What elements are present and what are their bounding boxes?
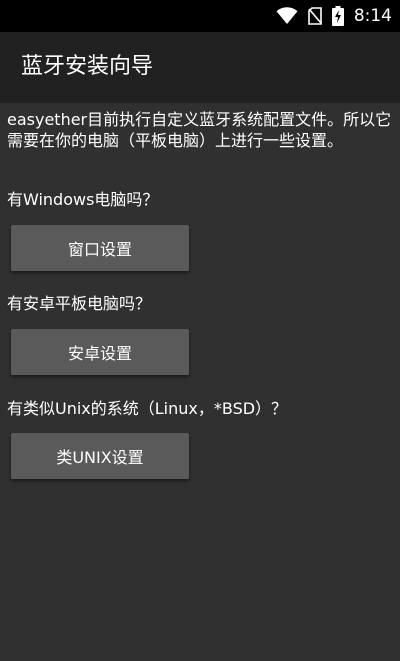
page-title: 蓝牙安装向导	[21, 54, 154, 79]
unix-question: 有类似Unix的系统（Linux，*BSD）？	[7, 399, 288, 418]
no-sim-icon	[308, 7, 322, 25]
content-area: easyether目前执行自定义蓝牙系统配置文件。所以它需要在你的电脑（平板电脑…	[0, 103, 400, 661]
wifi-icon	[276, 7, 298, 25]
android-question: 有安卓平板电脑吗？	[7, 294, 152, 313]
android-setup-button[interactable]: 安卓设置	[11, 329, 189, 375]
status-bar: 8:14	[0, 0, 400, 32]
battery-charging-icon	[331, 6, 344, 26]
status-time: 8:14	[353, 6, 392, 26]
unix-setup-button[interactable]: 类UNIX设置	[11, 433, 189, 479]
intro-text: easyether目前执行自定义蓝牙系统配置文件。所以它需要在你的电脑（平板电脑…	[7, 110, 392, 150]
status-icons: 8:14	[276, 0, 392, 32]
windows-question: 有Windows电脑吗？	[7, 190, 159, 209]
app-bar: 蓝牙安装向导	[0, 32, 400, 103]
windows-setup-button[interactable]: 窗口设置	[11, 225, 189, 271]
